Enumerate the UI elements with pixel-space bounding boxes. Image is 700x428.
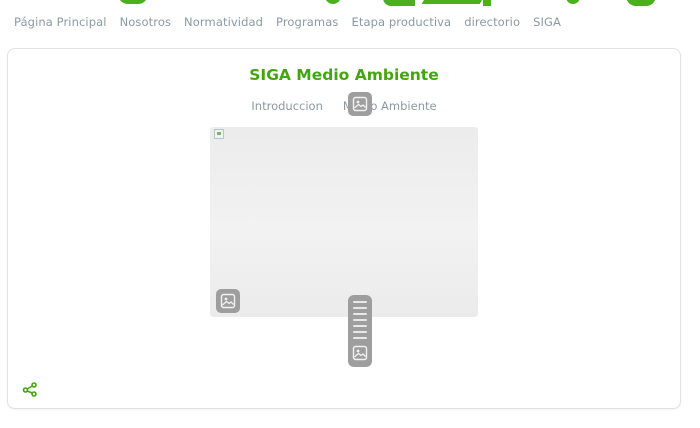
share-icon[interactable] (22, 381, 38, 397)
broken-image-icon (214, 129, 224, 139)
logo-strip (0, 0, 700, 8)
nav-item-directorio[interactable]: directorio (464, 14, 520, 30)
image-placeholder-icon (216, 289, 240, 313)
nav-item-normatividad[interactable]: Normatividad (184, 14, 263, 30)
content-card: SIGA Medio Ambiente Introduccion Medio A… (7, 48, 681, 409)
image-frame (210, 127, 478, 317)
nav-item-programas[interactable]: Programas (276, 14, 338, 30)
image-placeholder-stack (348, 295, 372, 367)
tab-bar: Introduccion Medio Ambiente (8, 98, 680, 114)
logo-fragment (566, 0, 580, 4)
logo-fragment (383, 0, 415, 6)
logo-fragment (421, 0, 485, 4)
nav-item-nosotros[interactable]: Nosotros (120, 14, 171, 30)
page-title: SIGA Medio Ambiente (249, 66, 439, 84)
logo-fragment (325, 0, 341, 4)
nav-item-pagina-principal[interactable]: Página Principal (14, 14, 107, 30)
logo-fragment (626, 0, 656, 6)
image-placeholder-icon (348, 92, 372, 116)
logo-fragment (118, 0, 148, 4)
nav-item-siga[interactable]: SIGA (533, 14, 561, 30)
nav-item-etapa-productiva[interactable]: Etapa productiva (351, 14, 451, 30)
tab-introduccion[interactable]: Introduccion (251, 98, 322, 114)
image-placeholder-icon (352, 345, 368, 361)
main-nav: Página Principal Nosotros Normatividad P… (14, 14, 561, 30)
logo-fragment (483, 0, 491, 6)
